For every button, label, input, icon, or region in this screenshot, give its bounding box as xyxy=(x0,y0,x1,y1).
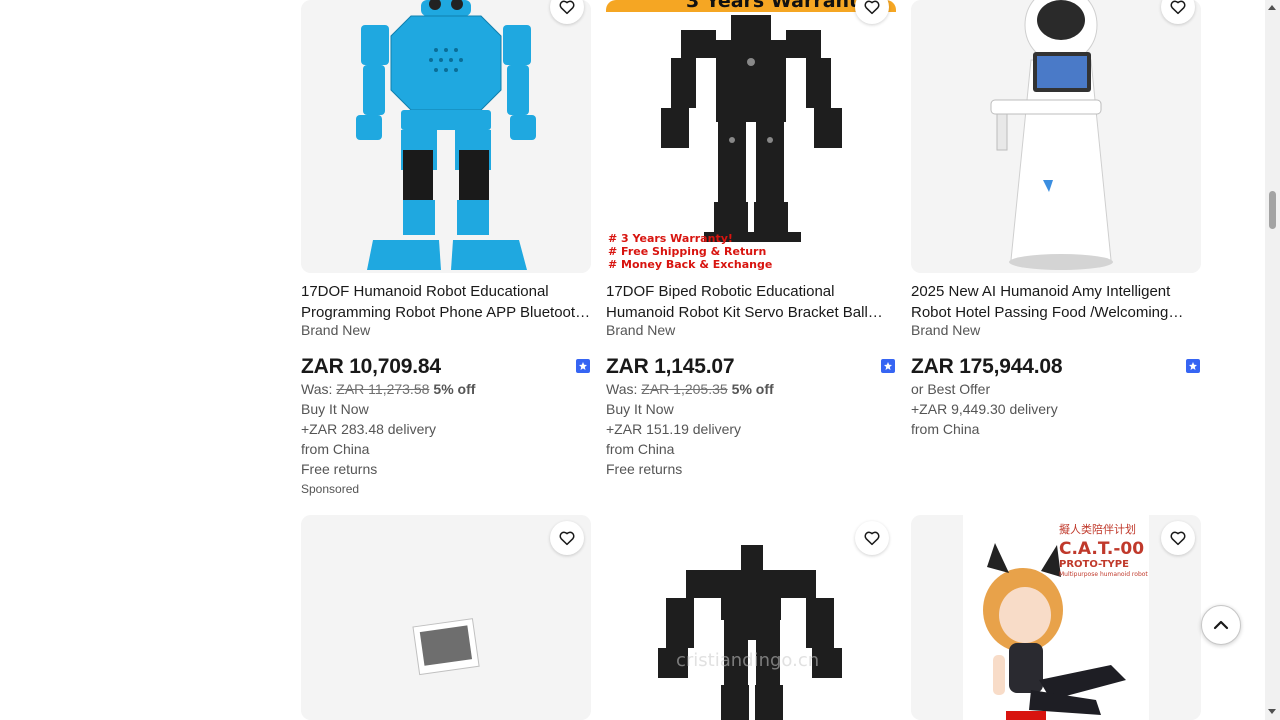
listing-condition: Brand New xyxy=(911,322,981,338)
listing-format: Buy It Now xyxy=(606,401,674,417)
listing-returns: Free returns xyxy=(301,461,378,477)
heart-icon[interactable] xyxy=(855,521,889,555)
back-to-top-button[interactable] xyxy=(1201,605,1241,645)
listing-price: ZAR 10,709.84 xyxy=(301,355,441,378)
biped-robot-kit-image xyxy=(606,515,896,720)
listing-image[interactable] xyxy=(911,0,1201,273)
warranty-text-block: # 3 Years Warranty! # Free Shipping & Re… xyxy=(608,232,772,271)
product-chinese-title: 擬人类陪伴计划 xyxy=(1059,523,1136,536)
listing-delivery: +ZAR 9,449.30 delivery xyxy=(911,401,1058,417)
sponsored-label[interactable]: Sponsored xyxy=(301,482,359,496)
listing-title[interactable]: 17DOF Humanoid Robot Educational Program… xyxy=(301,281,591,323)
listing-delivery: +ZAR 151.19 delivery xyxy=(606,421,742,437)
was-label: Was: xyxy=(301,381,337,397)
scroll-thumb[interactable] xyxy=(1269,191,1276,229)
service-robot-image xyxy=(911,0,1201,273)
listing-image[interactable] xyxy=(301,0,591,273)
listing-was-price: Was: ZAR 1,205.35 5% off xyxy=(606,381,774,397)
listing-delivery: +ZAR 283.48 delivery xyxy=(301,421,437,437)
listing-format: Buy It Now xyxy=(301,401,369,417)
placeholder-image-icon xyxy=(301,515,591,720)
warranty-line: # 3 Years Warranty! xyxy=(608,232,733,245)
was-price: ZAR 11,273.58 xyxy=(336,381,430,397)
listing-origin: from China xyxy=(301,441,370,457)
scroll-up-arrow[interactable] xyxy=(1268,5,1276,10)
listing-condition: Brand New xyxy=(606,322,676,338)
listing-price: ZAR 175,944.08 xyxy=(911,355,1063,378)
chevron-up-icon xyxy=(1213,620,1229,630)
listing-title[interactable]: 17DOF Biped Robotic Educational Humanoid… xyxy=(606,281,896,323)
listing-image[interactable]: cristiandingo.cn xyxy=(606,515,896,720)
cat-00-figure-image xyxy=(911,515,1201,720)
promoted-badge-icon xyxy=(576,359,590,373)
product-caption-tiny: Multipurpose humanoid robot xyxy=(1059,571,1148,578)
discount: 5% off xyxy=(433,381,476,397)
shipping-line: # Free Shipping & Return xyxy=(608,245,767,258)
money-back-line: # Money Back & Exchange xyxy=(608,258,773,271)
heart-icon[interactable] xyxy=(550,521,584,555)
listing-price: ZAR 1,145.07 xyxy=(606,355,735,378)
promoted-badge-icon xyxy=(1186,359,1200,373)
listing-image[interactable]: 擬人类陪伴计划 C.A.T.-00 PROTO-TYPE Multipurpos… xyxy=(911,515,1201,720)
listing-image[interactable] xyxy=(301,515,591,720)
watermark-text: cristiandingo.cn xyxy=(676,650,820,671)
listing-origin: from China xyxy=(606,441,675,457)
was-label: Was: xyxy=(606,381,642,397)
listing-title[interactable]: 2025 New AI Humanoid Amy Intelligent Rob… xyxy=(911,281,1201,323)
promoted-badge-icon xyxy=(881,359,895,373)
blue-humanoid-robot-image xyxy=(301,0,591,273)
warranty-banner-top: 3 Years Warranty xyxy=(686,0,871,12)
product-caption-sub: PROTO-TYPE xyxy=(1059,559,1129,570)
discount: 5% off xyxy=(731,381,774,397)
scroll-down-arrow[interactable] xyxy=(1268,709,1276,714)
listing-offer: or Best Offer xyxy=(911,381,991,397)
listing-condition: Brand New xyxy=(301,322,371,338)
page-scrollbar[interactable] xyxy=(1265,0,1280,720)
listing-origin: from China xyxy=(911,421,980,437)
heart-icon[interactable] xyxy=(1161,521,1195,555)
was-price: ZAR 1,205.35 xyxy=(641,381,728,397)
listing-returns: Free returns xyxy=(606,461,683,477)
listing-was-price: Was: ZAR 11,273.58 5% off xyxy=(301,381,475,397)
listing-image[interactable]: 3 Years Warranty # 3 Years Warranty! # F… xyxy=(606,0,896,273)
product-caption-title: C.A.T.-00 xyxy=(1059,539,1145,559)
